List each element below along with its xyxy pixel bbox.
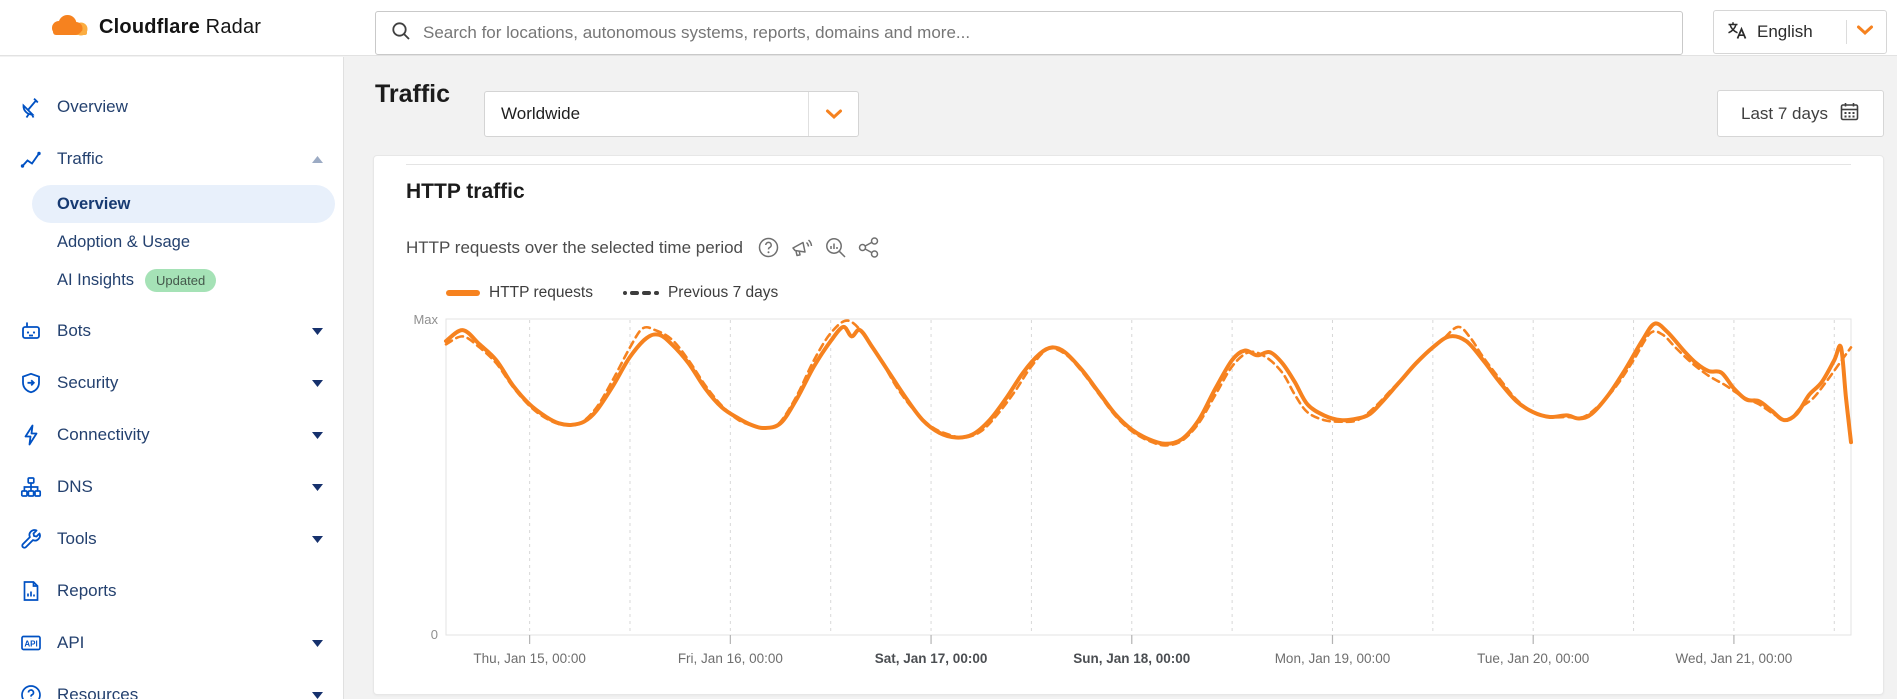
location-value: Worldwide: [485, 104, 808, 124]
sidebar-nav: Overview Traffic Overview Adoption & Usa…: [0, 57, 344, 699]
shield-icon: [18, 370, 44, 396]
http-traffic-card: HTTP traffic HTTP requests over the sele…: [373, 155, 1884, 695]
brand-text: Cloudflare Radar: [99, 16, 261, 39]
sidebar-item-label: Tools: [57, 529, 97, 549]
traffic-submenu: Overview Adoption & Usage AI Insights Up…: [0, 185, 343, 299]
global-search: [375, 11, 1683, 55]
svg-text:Max: Max: [413, 312, 438, 327]
svg-text:Wed, Jan 21, 00:00: Wed, Jan 21, 00:00: [1675, 651, 1792, 666]
language-selector[interactable]: English: [1713, 10, 1887, 54]
svg-text:Sat, Jan 17, 00:00: Sat, Jan 17, 00:00: [875, 651, 988, 666]
wrench-icon: [18, 526, 44, 552]
sidebar-item-overview[interactable]: Overview: [0, 81, 343, 133]
api-icon: API: [18, 630, 44, 656]
calendar-icon: [1839, 101, 1860, 127]
svg-text:Sun, Jan 18, 00:00: Sun, Jan 18, 00:00: [1073, 651, 1190, 666]
svg-text:0: 0: [431, 627, 438, 642]
chevron-down-icon: [1856, 23, 1874, 41]
language-label: English: [1757, 22, 1837, 42]
subitem-label: Overview: [57, 195, 130, 214]
location-selector[interactable]: Worldwide: [484, 91, 859, 137]
sidebar-item-label: API: [57, 633, 84, 653]
radar-dish-icon: [18, 94, 44, 120]
chevron-down-icon[interactable]: [312, 478, 323, 496]
chevron-up-icon[interactable]: [312, 150, 323, 168]
sidebar-item-label: Resources: [57, 685, 138, 699]
svg-text:Mon, Jan 19, 00:00: Mon, Jan 19, 00:00: [1275, 651, 1391, 666]
cloudflare-logo-icon: [48, 13, 90, 42]
sidebar-item-label: Reports: [57, 581, 117, 601]
svg-text:Fri, Jan 16, 00:00: Fri, Jan 16, 00:00: [678, 651, 783, 666]
robot-icon: [18, 318, 44, 344]
search-input[interactable]: [423, 23, 1668, 43]
sidebar-item-connectivity[interactable]: Connectivity: [0, 409, 343, 461]
subitem-label: AI Insights: [57, 271, 134, 290]
svg-text:Tue, Jan 20, 00:00: Tue, Jan 20, 00:00: [1477, 651, 1589, 666]
top-header: Cloudflare Radar English: [0, 0, 1897, 56]
chevron-down-icon[interactable]: [312, 374, 323, 392]
question-circle-icon: [18, 682, 44, 699]
sidebar-item-resources[interactable]: Resources: [0, 669, 343, 699]
report-doc-icon: [18, 578, 44, 604]
http-traffic-line-chart[interactable]: Thu, Jan 15, 00:00 Fri, Jan 16, 00:00 Sat,…: [374, 156, 1883, 694]
sidebar-item-api[interactable]: API API: [0, 617, 343, 669]
sidebar-item-label: Connectivity: [57, 425, 150, 445]
sidebar-item-dns[interactable]: DNS: [0, 461, 343, 513]
sidebar-item-traffic[interactable]: Traffic: [0, 133, 343, 185]
sidebar-subitem-traffic-overview[interactable]: Overview: [32, 185, 335, 223]
svg-text:API: API: [24, 640, 37, 649]
sidebar-item-label: Bots: [57, 321, 91, 341]
chevron-down-icon[interactable]: [312, 686, 323, 699]
chevron-down-icon: [808, 92, 858, 136]
chevron-down-icon[interactable]: [312, 322, 323, 340]
sidebar-subitem-ai-insights[interactable]: AI Insights Updated: [0, 261, 343, 299]
brand-bold: Cloudflare: [99, 16, 200, 38]
brand[interactable]: Cloudflare Radar: [48, 13, 261, 42]
sidebar-item-label: Overview: [57, 97, 128, 117]
date-range-value: Last 7 days: [1741, 104, 1828, 124]
traffic-line-icon: [18, 146, 44, 172]
sidebar-item-tools[interactable]: Tools: [0, 513, 343, 565]
chevron-down-icon[interactable]: [312, 634, 323, 652]
svg-text:Thu, Jan 15, 00:00: Thu, Jan 15, 00:00: [473, 651, 586, 666]
cloudflare-radar-app: Cloudflare Radar English: [0, 0, 1897, 699]
sidebar-item-label: DNS: [57, 477, 93, 497]
chevron-down-icon[interactable]: [312, 426, 323, 444]
sidebar-item-label: Traffic: [57, 149, 103, 169]
date-range-selector[interactable]: Last 7 days: [1717, 90, 1884, 137]
main-content: Traffic Worldwide Last 7 days: [344, 56, 1897, 699]
hierarchy-icon: [18, 474, 44, 500]
sidebar-subitem-adoption-usage[interactable]: Adoption & Usage: [0, 223, 343, 261]
search-icon: [390, 20, 412, 47]
translate-icon: [1726, 19, 1748, 46]
chevron-down-icon[interactable]: [312, 530, 323, 548]
updated-badge: Updated: [145, 269, 216, 292]
lightning-icon: [18, 422, 44, 448]
divider: [1846, 20, 1847, 44]
sidebar-item-bots[interactable]: Bots: [0, 305, 343, 357]
sidebar-item-security[interactable]: Security: [0, 357, 343, 409]
subitem-label: Adoption & Usage: [57, 233, 190, 252]
brand-light: Radar: [206, 16, 261, 38]
sidebar-item-label: Security: [57, 373, 118, 393]
sidebar-item-reports[interactable]: Reports: [0, 565, 343, 617]
page-title: Traffic: [375, 80, 450, 109]
